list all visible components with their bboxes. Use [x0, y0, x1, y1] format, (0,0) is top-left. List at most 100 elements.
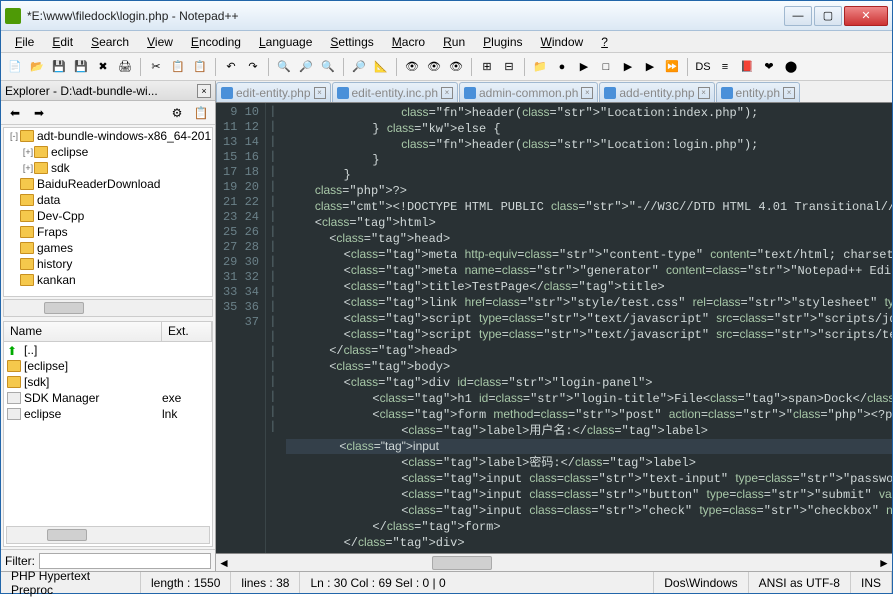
toolbar-button[interactable]: ⬤	[781, 57, 801, 77]
tree-item[interactable]: data	[4, 192, 212, 208]
folder-icon	[20, 242, 34, 254]
toolbar-button[interactable]: ⊞	[477, 57, 497, 77]
file-row[interactable]: SDK Managerexe	[4, 390, 212, 406]
toolbar-button[interactable]: 👁	[446, 57, 466, 77]
editor-area: edit-entity.php×edit-entity.inc.ph×admin…	[216, 81, 892, 571]
tab-close-icon[interactable]: ×	[698, 87, 710, 99]
menu-search[interactable]: Search	[83, 33, 137, 51]
explorer-panel: Explorer - D:\adt-bundle-wi... × ⬅ ➡ ⚙ 📋…	[1, 81, 216, 571]
tab-close-icon[interactable]: ×	[314, 87, 326, 99]
folder-icon	[34, 146, 48, 158]
nav-tool-icon[interactable]: ⚙	[167, 104, 187, 122]
toolbar-button[interactable]: ▶	[574, 57, 594, 77]
menu-macro[interactable]: Macro	[384, 33, 433, 51]
nav-tool2-icon[interactable]: 📋	[191, 104, 211, 122]
nav-fwd-icon[interactable]: ➡	[29, 104, 49, 122]
toolbar-button[interactable]: ✖	[93, 57, 113, 77]
editor-tab[interactable]: edit-entity.php×	[216, 82, 331, 102]
toolbar-button[interactable]: 👁	[402, 57, 422, 77]
toolbar-button[interactable]: DS	[693, 57, 713, 77]
explorer-title: Explorer - D:\adt-bundle-wi... ×	[1, 81, 215, 101]
code-editor[interactable]: class="fn">header(class="str">"Location:…	[280, 103, 892, 553]
fold-column[interactable]: │ │ │ │ │ │ │ │ │ │ │ │ │ │ │ │ │ │ │ │ …	[266, 103, 280, 553]
tab-close-icon[interactable]: ×	[783, 87, 795, 99]
menu-encoding[interactable]: Encoding	[183, 33, 249, 51]
close-button[interactable]: ✕	[844, 6, 888, 26]
tree-item[interactable]: [-]adt-bundle-windows-x86_64-201	[4, 128, 212, 144]
toolbar-button[interactable]: ≡	[715, 57, 735, 77]
toolbar-button[interactable]: ↶	[221, 57, 241, 77]
tree-item[interactable]: BaiduReaderDownload	[4, 176, 212, 192]
sb-language: PHP Hypertext Preproc	[1, 572, 141, 593]
menu-run[interactable]: Run	[435, 33, 473, 51]
toolbar-button[interactable]: ⏩	[662, 57, 682, 77]
menu-?[interactable]: ?	[593, 33, 616, 51]
tree-item[interactable]: Fraps	[4, 224, 212, 240]
editor-tab[interactable]: entity.ph×	[716, 82, 800, 102]
menu-view[interactable]: View	[139, 33, 181, 51]
tree-item[interactable]: kankan	[4, 272, 212, 288]
sb-position: Ln : 30 Col : 69 Sel : 0 | 0	[300, 572, 654, 593]
toolbar-button[interactable]: 👁	[424, 57, 444, 77]
titlebar[interactable]: *E:\www\filedock\login.php - Notepad++ —…	[1, 1, 892, 31]
file-row[interactable]: [sdk]	[4, 374, 212, 390]
toolbar-button[interactable]: 🔍	[274, 57, 294, 77]
editor-hscrollbar[interactable]: ◄ ►	[216, 553, 892, 571]
minimize-button[interactable]: —	[784, 6, 812, 26]
toolbar: 📄📂💾💾✖🖨✂📋📋↶↷🔍🔎🔍🔎📐👁👁👁⊞⊟📁●▶□▶▶⏩DS≡📕❤⬤	[1, 53, 892, 81]
file-row[interactable]: ⬆[..]	[4, 342, 212, 358]
toolbar-button[interactable]: 📕	[737, 57, 757, 77]
file-icon	[604, 87, 616, 99]
maximize-button[interactable]: ▢	[814, 6, 842, 26]
explorer-close-button[interactable]: ×	[197, 84, 211, 98]
toolbar-button[interactable]: □	[596, 57, 616, 77]
menu-language[interactable]: Language	[251, 33, 320, 51]
editor-tab[interactable]: admin-common.ph×	[459, 82, 598, 102]
toolbar-button[interactable]: 📂	[27, 57, 47, 77]
toolbar-button[interactable]: 🔍	[318, 57, 338, 77]
toolbar-button[interactable]: 📁	[530, 57, 550, 77]
toolbar-button[interactable]: 🔎	[296, 57, 316, 77]
folder-tree[interactable]: [-]adt-bundle-windows-x86_64-201[+]eclip…	[3, 127, 213, 297]
toolbar-button[interactable]: 📄	[5, 57, 25, 77]
toolbar-button[interactable]: 📋	[168, 57, 188, 77]
editor-tab[interactable]: edit-entity.inc.ph×	[332, 82, 459, 102]
toolbar-button[interactable]: ▶	[640, 57, 660, 77]
menu-file[interactable]: File	[7, 33, 42, 51]
tree-hscrollbar[interactable]	[3, 299, 213, 317]
folder-icon	[20, 226, 34, 238]
tree-item[interactable]: history	[4, 256, 212, 272]
file-row[interactable]: [eclipse]	[4, 358, 212, 374]
filter-input[interactable]	[39, 553, 211, 569]
tree-item[interactable]: games	[4, 240, 212, 256]
file-row[interactable]: eclipselnk	[4, 406, 212, 422]
tab-close-icon[interactable]: ×	[581, 87, 593, 99]
menu-window[interactable]: Window	[533, 33, 592, 51]
toolbar-button[interactable]: 💾	[71, 57, 91, 77]
menu-edit[interactable]: Edit	[44, 33, 81, 51]
tree-item[interactable]: [+]eclipse	[4, 144, 212, 160]
toolbar-button[interactable]: ▶	[618, 57, 638, 77]
toolbar-button[interactable]: 💾	[49, 57, 69, 77]
tree-item[interactable]: [+]sdk	[4, 160, 212, 176]
toolbar-button[interactable]: 📋	[190, 57, 210, 77]
menu-plugins[interactable]: Plugins	[475, 33, 530, 51]
toolbar-button[interactable]: 📐	[371, 57, 391, 77]
toolbar-button[interactable]: ❤	[759, 57, 779, 77]
toolbar-button[interactable]: ●	[552, 57, 572, 77]
editor-tab[interactable]: add-entity.php×	[599, 82, 714, 102]
toolbar-button[interactable]: ⊟	[499, 57, 519, 77]
toolbar-button[interactable]: ✂	[146, 57, 166, 77]
menubar: FileEditSearchViewEncodingLanguageSettin…	[1, 31, 892, 53]
toolbar-button[interactable]: ↷	[243, 57, 263, 77]
filelist-hscrollbar[interactable]	[6, 526, 210, 544]
tree-item[interactable]: Dev-Cpp	[4, 208, 212, 224]
toolbar-button[interactable]: 🔎	[349, 57, 369, 77]
col-ext[interactable]: Ext.	[162, 322, 212, 341]
menu-settings[interactable]: Settings	[322, 33, 381, 51]
tab-close-icon[interactable]: ×	[441, 87, 453, 99]
nav-back-icon[interactable]: ⬅	[5, 104, 25, 122]
col-name[interactable]: Name	[4, 322, 162, 341]
toolbar-button[interactable]: 🖨	[115, 57, 135, 77]
sb-length: length : 1550	[141, 572, 231, 593]
